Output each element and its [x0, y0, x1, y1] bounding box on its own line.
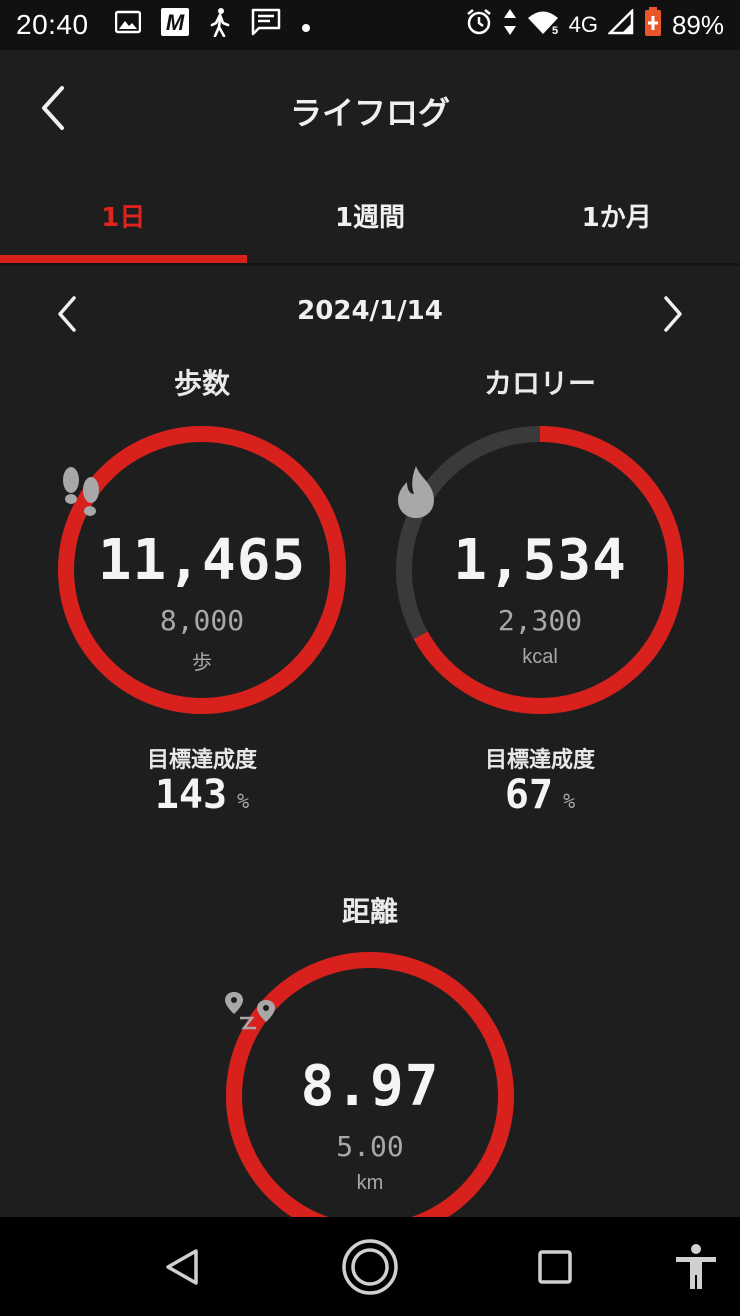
- distance-ring[interactable]: 8.97 5.00 km: [224, 950, 516, 1242]
- network-type: 4G: [568, 12, 598, 37]
- tab-day[interactable]: 1日: [0, 165, 247, 265]
- walking-icon: [209, 7, 231, 44]
- alarm-icon: [465, 8, 493, 43]
- svg-text:M: M: [165, 10, 184, 35]
- current-date: 2024/1/14: [297, 296, 443, 326]
- tab-divider: [0, 263, 740, 266]
- chevron-right-icon: [664, 296, 682, 332]
- signal-icon: [606, 7, 634, 42]
- calories-achievement-label: 目標達成度: [484, 748, 595, 773]
- tab-month[interactable]: 1か月: [493, 165, 740, 265]
- m-app-icon: M: [160, 7, 189, 43]
- calories-achievement-unit: %: [563, 789, 576, 813]
- battery-icon: [644, 6, 662, 44]
- triangle-back-icon: [166, 1249, 198, 1285]
- dot-icon: [301, 10, 311, 40]
- tab-week[interactable]: 1週間: [247, 165, 494, 265]
- steps-achievement: 143%: [52, 772, 352, 818]
- calories-achievement-value: 67: [504, 772, 554, 818]
- status-bar: 20:40 M 5 4G 89%: [0, 0, 740, 50]
- lifelog-screen: 20:40 M 5 4G 89% ライフログ 1日 1週間 1か月 2024/1…: [0, 0, 740, 1316]
- distance-value: 8.97: [300, 1054, 440, 1119]
- steps-ring[interactable]: 11,465 8,000 歩: [56, 424, 348, 716]
- status-time: 20:40: [16, 9, 89, 40]
- calories-card[interactable]: カロリー: [390, 362, 690, 402]
- recents-nav-button[interactable]: [525, 1237, 585, 1297]
- home-circle-icon: [342, 1239, 398, 1295]
- distance-unit: km: [356, 1172, 384, 1194]
- distance-target: 5.00: [336, 1130, 404, 1163]
- message-icon: [251, 8, 281, 43]
- steps-unit: 歩: [192, 652, 212, 674]
- calories-ring[interactable]: 1,534 2,300 kcal: [394, 424, 686, 716]
- system-nav-bar: [0, 1217, 740, 1316]
- calories-unit: kcal: [522, 646, 558, 668]
- calories-target: 2,300: [497, 604, 583, 637]
- period-tabs: 1日 1週間 1か月: [0, 165, 740, 265]
- calories-title: カロリー: [483, 367, 596, 400]
- wifi-icon: 5: [527, 9, 559, 42]
- data-arrows-icon: [503, 8, 517, 43]
- calories-achievement: 67%: [390, 772, 690, 818]
- svg-text:5: 5: [552, 25, 558, 35]
- home-nav-button[interactable]: [340, 1237, 400, 1297]
- accessibility-button[interactable]: [666, 1237, 726, 1297]
- active-tab-indicator: [0, 255, 247, 263]
- steps-value: 11,465: [97, 528, 307, 593]
- image-icon: [114, 10, 141, 41]
- back-nav-button[interactable]: [152, 1237, 212, 1297]
- accessibility-icon: [676, 1244, 716, 1289]
- next-date-button[interactable]: [654, 292, 690, 336]
- page-title: ライフログ: [289, 94, 450, 132]
- calories-value: 1,534: [453, 528, 627, 593]
- steps-achievement-value: 143: [154, 772, 228, 818]
- battery-percent: 89%: [671, 9, 724, 40]
- square-recents-icon: [538, 1250, 572, 1284]
- steps-achievement-unit: %: [237, 789, 250, 813]
- distance-title: 距離: [341, 895, 398, 928]
- distance-card[interactable]: 距離: [220, 890, 520, 930]
- steps-card[interactable]: 歩数: [52, 362, 352, 402]
- app-header: ライフログ: [0, 50, 740, 165]
- steps-target: 8,000: [159, 604, 245, 637]
- steps-title: 歩数: [173, 367, 230, 400]
- steps-achievement-label: 目標達成度: [146, 748, 257, 773]
